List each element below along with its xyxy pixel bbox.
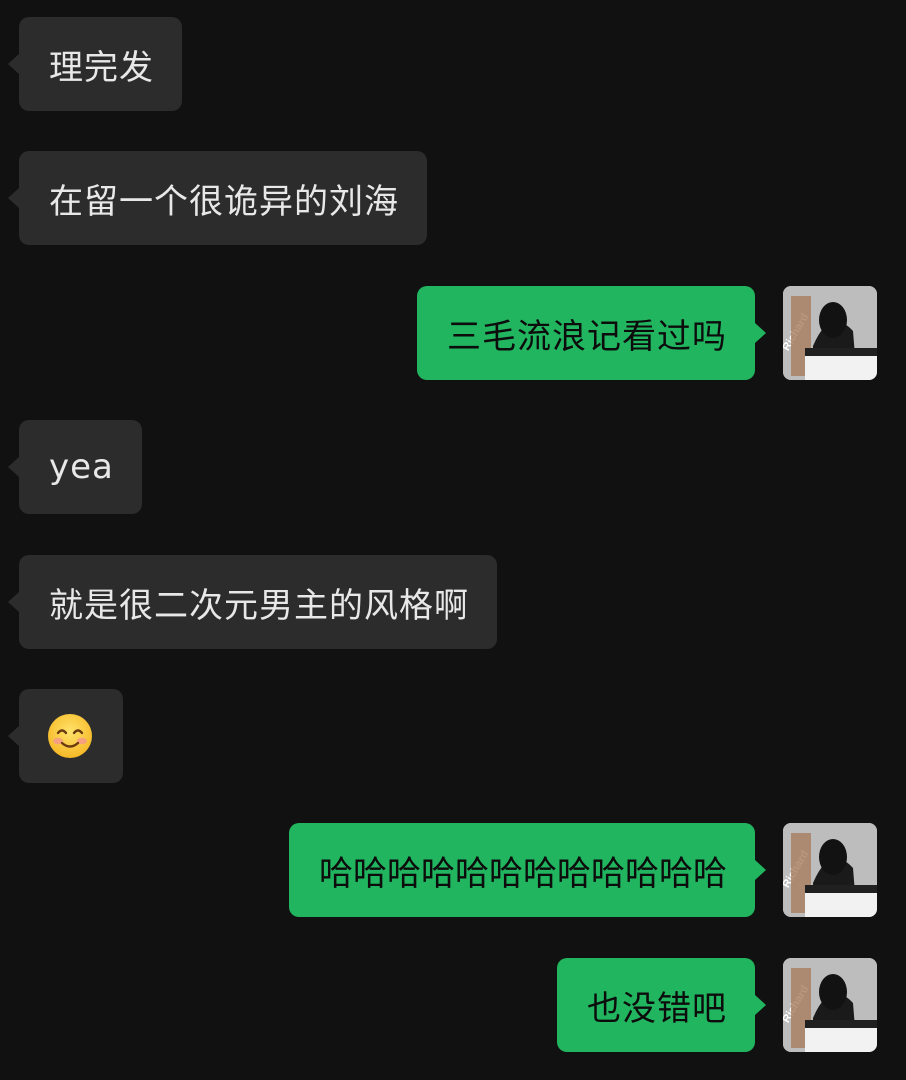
outgoing-message-bubble[interactable]: 哈哈哈哈哈哈哈哈哈哈哈哈 <box>289 823 766 917</box>
message-text: 在留一个很诡异的刘海 <box>49 181 399 222</box>
avatar-image: Richard <box>783 958 877 1052</box>
avatar-image: Richard <box>783 286 877 380</box>
avatar[interactable]: Richard <box>783 823 877 917</box>
bubble-tail <box>755 323 766 343</box>
smiling-face-emoji <box>48 714 92 758</box>
bubble-tail <box>755 995 766 1015</box>
outgoing-message-bubble[interactable]: 也没错吧 <box>557 958 766 1052</box>
incoming-message-bubble[interactable]: 理完发 <box>8 17 182 111</box>
incoming-message-bubble[interactable]: 在留一个很诡异的刘海 <box>8 151 427 245</box>
incoming-emoji-bubble[interactable] <box>8 689 123 783</box>
bubble-tail <box>8 592 19 612</box>
bubble-tail <box>8 188 19 208</box>
bubble-tail <box>755 860 766 880</box>
incoming-message-bubble[interactable]: 就是很二次元男主的风格啊 <box>8 555 497 649</box>
message-text: 理完发 <box>49 47 154 88</box>
message-text: 就是很二次元男主的风格啊 <box>49 585 469 626</box>
message-text: 哈哈哈哈哈哈哈哈哈哈哈哈 <box>319 853 727 894</box>
message-text: 也没错吧 <box>587 988 727 1029</box>
message-text: 三毛流浪记看过吗 <box>447 316 727 357</box>
message-text: yea <box>49 447 114 487</box>
bubble-tail <box>8 457 19 477</box>
avatar[interactable]: Richard <box>783 958 877 1052</box>
chat-message-list: 理完发 在留一个很诡异的刘海 三毛流浪记看过吗 Richard yea 就是很二… <box>0 0 906 1080</box>
outgoing-message-bubble[interactable]: 三毛流浪记看过吗 <box>417 286 766 380</box>
bubble-tail <box>8 54 19 74</box>
avatar[interactable]: Richard <box>783 286 877 380</box>
bubble-tail <box>8 726 19 746</box>
incoming-message-bubble[interactable]: yea <box>8 420 142 514</box>
avatar-image: Richard <box>783 823 877 917</box>
